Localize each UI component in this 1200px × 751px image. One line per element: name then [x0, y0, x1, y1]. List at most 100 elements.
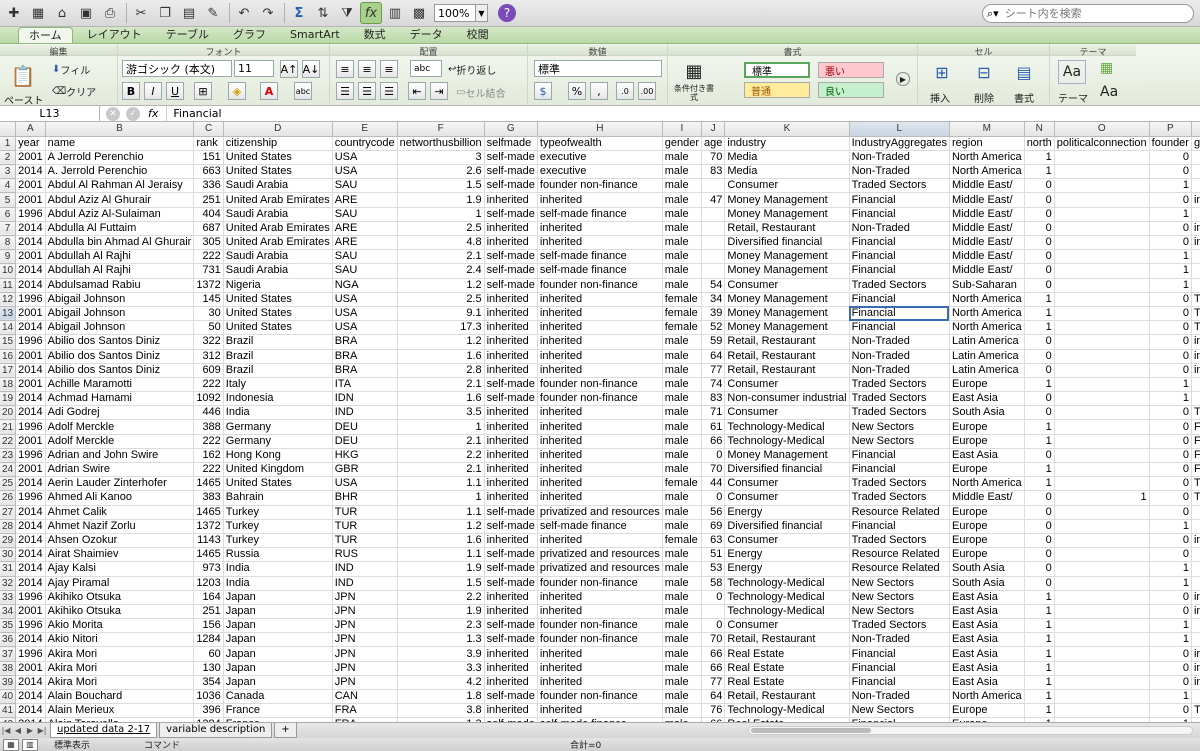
cell[interactable]: 0 [1191, 207, 1200, 222]
cell[interactable]: politicalconnection [1054, 136, 1150, 151]
cell[interactable]: executive [537, 150, 663, 166]
cell[interactable]: Adrian Swire [45, 462, 195, 478]
cell[interactable]: 130 [193, 661, 224, 676]
column-header[interactable]: P [1149, 122, 1192, 137]
tab-data[interactable]: データ [400, 27, 453, 43]
align-middle-icon[interactable]: ≡ [358, 60, 376, 78]
cell[interactable] [1054, 150, 1150, 166]
cell[interactable]: 1.5 [397, 178, 485, 194]
cell[interactable]: 2001 [15, 249, 46, 265]
new-icon[interactable]: ✚ [3, 2, 25, 24]
cell[interactable]: 0 [1191, 178, 1200, 194]
cell[interactable] [701, 207, 726, 222]
theme-button[interactable]: テーマ [1058, 90, 1088, 105]
cell[interactable]: 58 [701, 576, 726, 591]
cell[interactable]: Japan [223, 646, 333, 662]
row-header[interactable]: 28 [0, 519, 17, 534]
format-painter-icon[interactable]: ✎ [202, 2, 224, 24]
cell[interactable] [1054, 419, 1150, 435]
cell[interactable]: 69 [701, 519, 726, 534]
cell[interactable]: Technology-Medical [724, 590, 850, 605]
cell[interactable]: Abdulla Al Futtaim [45, 221, 195, 237]
cell[interactable]: Ahmed Ali Kanoo [45, 490, 195, 506]
cell[interactable]: 2014 [15, 703, 46, 719]
cell[interactable]: Nigeria [223, 278, 333, 293]
cell[interactable]: 1.2 [397, 278, 485, 293]
cell[interactable]: 404 [193, 207, 224, 222]
cell[interactable]: 1 [1024, 434, 1055, 449]
cell[interactable]: New Sectors [849, 703, 950, 719]
currency-icon[interactable]: $ [534, 82, 552, 100]
cell[interactable]: Europe [949, 462, 1025, 478]
cell[interactable]: inherited [537, 434, 663, 449]
cell[interactable]: 1 [397, 490, 485, 506]
cell[interactable]: male [662, 618, 703, 634]
cell[interactable]: inherited from [1191, 221, 1200, 237]
cell[interactable]: Non-Traded [849, 150, 950, 166]
cell[interactable] [1054, 661, 1150, 676]
row-header[interactable]: 35 [0, 618, 17, 634]
cell[interactable]: Russia [223, 547, 333, 563]
cell[interactable]: 1 [397, 207, 485, 222]
cell[interactable]: Japan [223, 618, 333, 634]
cell[interactable]: 0 [1024, 334, 1055, 350]
cell[interactable] [701, 235, 726, 251]
cell[interactable]: JPN [332, 646, 398, 662]
cell[interactable]: 1 [1149, 632, 1192, 648]
cell[interactable]: 0 [1191, 263, 1200, 279]
cell[interactable]: 2014 [15, 689, 46, 705]
cell[interactable]: Retail, Restaurant [724, 221, 850, 237]
cell[interactable]: male [662, 363, 703, 378]
cell[interactable]: 59 [701, 334, 726, 350]
cell[interactable]: 64 [701, 349, 726, 364]
cell[interactable]: 2014 [15, 263, 46, 279]
cell[interactable] [1054, 164, 1150, 180]
decrease-decimal-icon[interactable]: .00 [638, 82, 656, 100]
cell[interactable]: 2.1 [397, 462, 485, 478]
cell[interactable]: 0 [701, 590, 726, 605]
cell[interactable]: Alain Bouchard [45, 689, 195, 705]
help-icon[interactable]: ? [498, 4, 516, 22]
redo-icon[interactable]: ↷ [257, 2, 279, 24]
cell[interactable]: 1 [1149, 278, 1192, 293]
cell[interactable]: 2001 [15, 604, 46, 620]
cell[interactable]: 76 [701, 703, 726, 719]
cell[interactable]: 0 [1024, 576, 1055, 591]
align-bottom-icon[interactable]: ≡ [380, 60, 398, 78]
cell[interactable]: Traded Sectors [849, 618, 950, 634]
cell[interactable]: Money Management [724, 192, 850, 208]
cell[interactable]: USA [332, 476, 398, 492]
cell[interactable]: CAN [332, 689, 398, 705]
cell[interactable]: 1.6 [397, 533, 485, 549]
cell[interactable]: India [223, 576, 333, 591]
cell[interactable]: Germany [223, 419, 333, 435]
cell[interactable]: Financial [849, 249, 950, 265]
cell[interactable]: 2.1 [397, 249, 485, 265]
cell[interactable] [1054, 349, 1150, 364]
align-right-icon[interactable]: ☰ [380, 82, 398, 100]
cell[interactable]: 609 [193, 363, 224, 378]
cell[interactable]: SAU [332, 249, 398, 265]
name-box[interactable]: L13 [0, 106, 100, 121]
cell[interactable]: TUR [332, 519, 398, 534]
prev-sheet-icon[interactable]: ◀ [12, 725, 24, 737]
cell[interactable] [1054, 576, 1150, 591]
cell[interactable]: 0 [1191, 576, 1200, 591]
cell[interactable]: 0 [1149, 306, 1192, 322]
cell[interactable]: inherited [484, 533, 538, 549]
cell[interactable]: male [662, 703, 703, 719]
cell[interactable]: Abdul Aziz Al Ghurair [45, 192, 195, 208]
cell[interactable]: Traded Sectors [849, 490, 950, 506]
cell[interactable]: 1996 [15, 419, 46, 435]
cell[interactable]: founder non-finance [537, 576, 663, 591]
cell[interactable]: inherited [484, 448, 538, 464]
cell[interactable]: 0 [1149, 505, 1192, 520]
cell[interactable]: 222 [193, 377, 224, 393]
cell[interactable]: inherited [484, 604, 538, 620]
shrink-font-icon[interactable]: A↓ [302, 60, 320, 78]
cell[interactable]: inherited [537, 590, 663, 605]
cell[interactable]: male [662, 661, 703, 676]
cell[interactable] [1054, 604, 1150, 620]
cell[interactable]: United States [223, 320, 333, 336]
cell[interactable]: Italy [223, 377, 333, 393]
